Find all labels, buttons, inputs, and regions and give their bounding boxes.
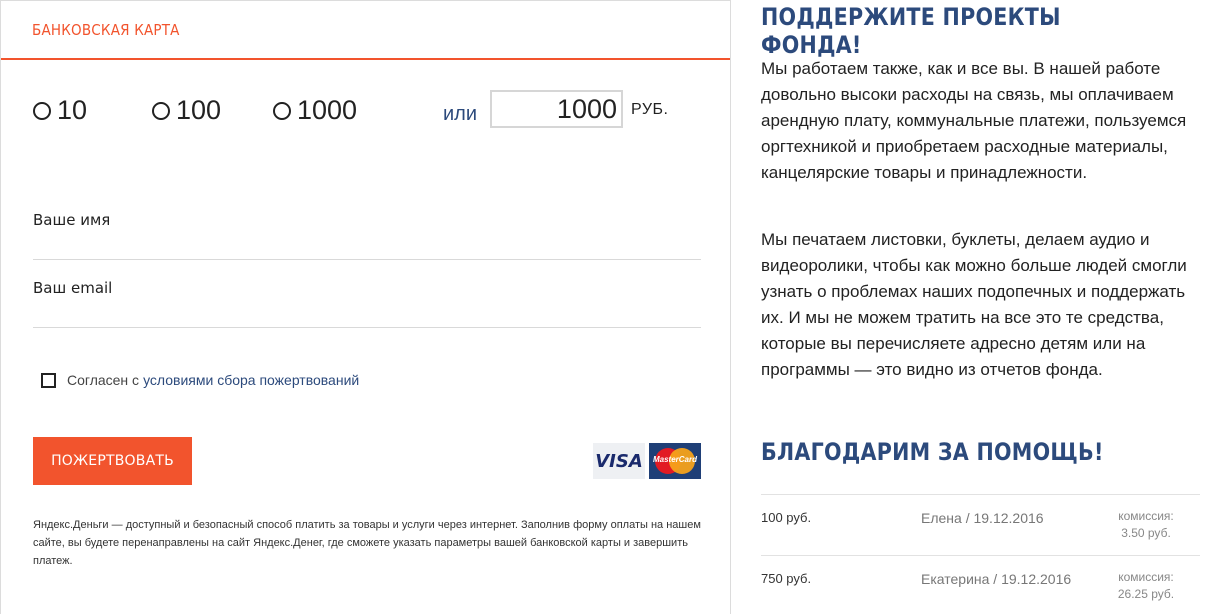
agree-terms-row: Согласен с условиями сбора пожертвований [41, 372, 359, 388]
email-field[interactable]: Ваш email [33, 276, 701, 328]
amount-selector: 10 100 1000 или РУБ. [1, 89, 732, 133]
donation-amount: 100 руб. [761, 510, 812, 525]
commission-value: 26.25 руб. [1117, 587, 1175, 601]
donation-row: 100 руб. Елена / 19.12.2016 комиссия: 3.… [761, 494, 1200, 555]
visa-logo: VISA [593, 443, 645, 479]
info-panel: ПОДДЕРЖИТЕ ПРОЕКТЫ ФОНДА! Мы работаем та… [761, 0, 1206, 614]
donate-button[interactable]: ПОЖЕРТВОВАТЬ [33, 437, 192, 485]
support-paragraph: Мы работаем также, как и все вы. В нашей… [761, 59, 1187, 182]
donation-commission: комиссия: 3.50 руб. [1091, 508, 1201, 542]
donation-amount: 750 руб. [761, 571, 812, 586]
commission-label: комиссия: [1118, 570, 1174, 584]
radio-button[interactable] [273, 101, 291, 120]
name-field-label: Ваше имя [33, 211, 111, 229]
visa-logo-text: VISA [595, 450, 643, 472]
radio-button[interactable] [152, 101, 170, 120]
payment-disclaimer: Яндекс.Деньги — доступный и безопасный с… [33, 519, 701, 567]
thanks-title: БЛАГОДАРИМ ЗА ПОМОЩЬ! [761, 438, 1104, 466]
amount-option-10[interactable]: 10 [33, 95, 87, 126]
name-field[interactable]: Ваше имя [33, 208, 701, 260]
payment-method-tab[interactable]: БАНКОВСКАЯ КАРТА [1, 1, 730, 60]
radio-button[interactable] [33, 101, 51, 120]
support-title: ПОДДЕРЖИТЕ ПРОЕКТЫ ФОНДА! [761, 3, 1061, 59]
support-paragraph: Мы печатаем листовки, буклеты, делаем ау… [761, 230, 1187, 379]
email-field-label: Ваш email [33, 279, 113, 297]
donations-list: 100 руб. Елена / 19.12.2016 комиссия: 3.… [761, 494, 1200, 614]
commission-label: комиссия: [1118, 509, 1174, 523]
mastercard-logo-text: MasterCard [652, 455, 697, 464]
or-label: или [443, 103, 478, 125]
amount-option-label: 1000 [297, 95, 358, 125]
donation-form-panel: БАНКОВСКАЯ КАРТА 10 100 1000 или РУБ. Ва… [0, 0, 731, 614]
donation-donor: Елена / 19.12.2016 [921, 510, 1044, 526]
agree-checkbox[interactable] [41, 372, 56, 388]
donation-donor: Екатерина / 19.12.2016 [921, 571, 1072, 587]
custom-amount-input[interactable] [490, 90, 623, 128]
amount-option-label: 10 [57, 95, 88, 125]
currency-label: РУБ. [631, 101, 669, 118]
tab-bank-card[interactable]: БАНКОВСКАЯ КАРТА [32, 21, 180, 39]
commission-value: 3.50 руб. [1121, 526, 1171, 540]
donation-row: 750 руб. Екатерина / 19.12.2016 комиссия… [761, 555, 1200, 614]
mastercard-logo: MasterCard [649, 443, 701, 479]
amount-option-100[interactable]: 100 [152, 95, 221, 126]
donation-commission: комиссия: 26.25 руб. [1091, 569, 1201, 603]
agree-text: Согласен с [67, 372, 140, 388]
amount-option-label: 100 [176, 95, 222, 125]
amount-option-1000[interactable]: 1000 [273, 95, 357, 126]
terms-link[interactable]: условиями сбора пожертвований [143, 372, 359, 388]
